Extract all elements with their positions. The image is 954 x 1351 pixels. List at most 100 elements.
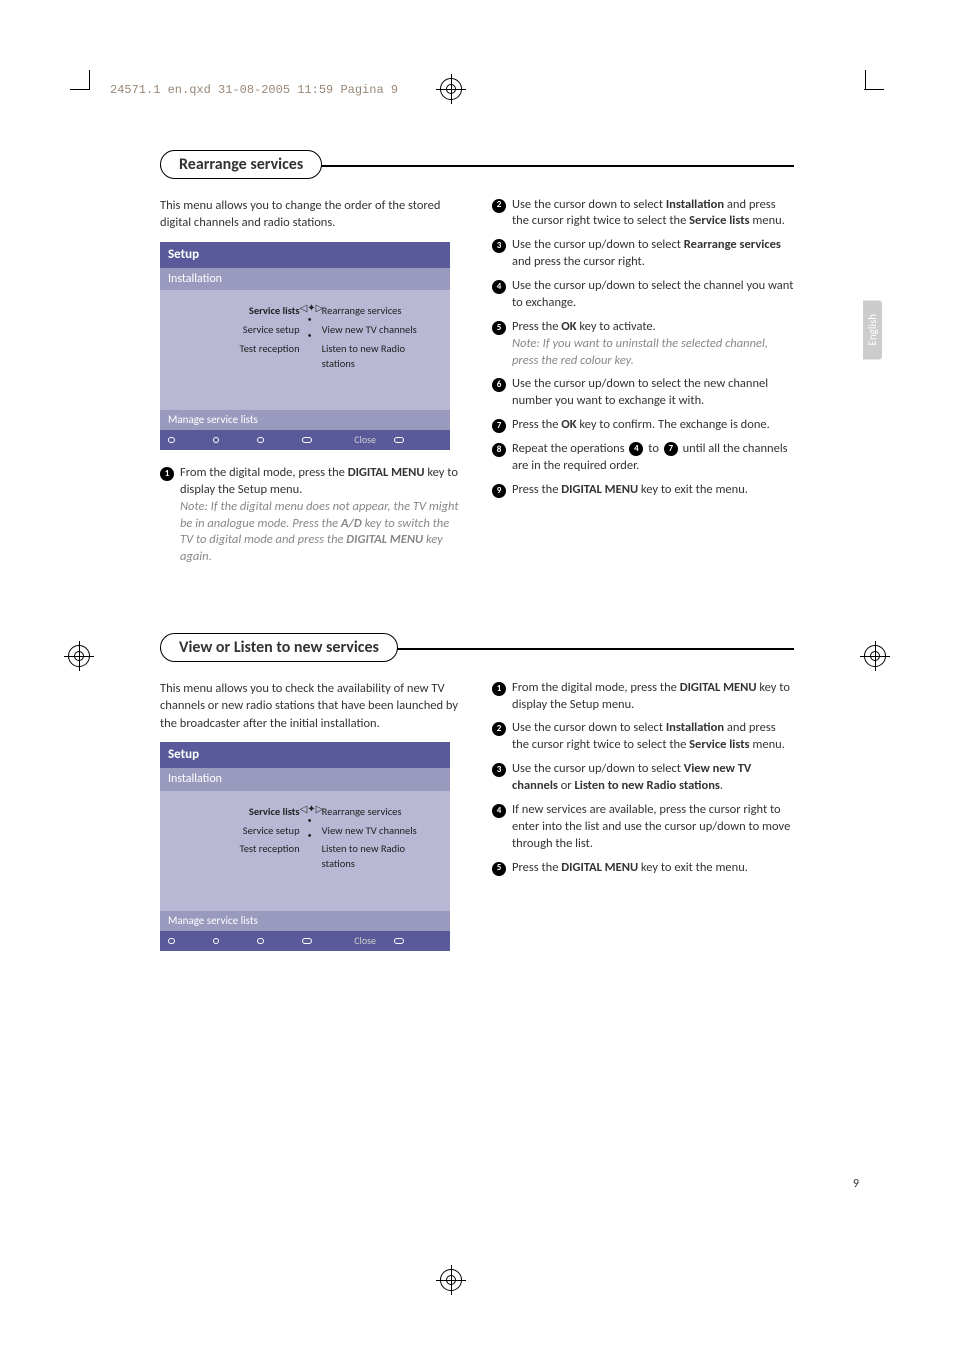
menu-item: Test reception [170,840,300,859]
step-number-icon: 5 [492,321,506,335]
step-2: 2 Use the cursor down to select Installa… [492,197,794,231]
menu-item: Test reception [170,340,300,359]
color-button-icon [168,938,175,944]
step-2: 2 Use the cursor down to select Installa… [492,720,794,754]
step-5: 5 Press the OK key to activate.Note: If … [492,319,794,370]
section-title: View or Listen to new services [160,633,398,662]
submenu-item: Rearrange services [322,803,440,822]
page: 24571.1 en.qxd 31-08-2005 11:59 Pagina 9… [0,0,954,1351]
step-text: Use the cursor up/down to select the new… [512,376,794,410]
right-column: 2 Use the cursor down to select Installa… [492,197,794,574]
step-1: 1 From the digital mode, press the DIGIT… [160,465,462,566]
bullet-icon: • [300,329,320,344]
step-8: 8 Repeat the operations 4 to 7 until all… [492,441,794,475]
step-text: Press the OK key to confirm. The exchang… [512,417,794,434]
step-4: 4 Use the cursor up/down to select the c… [492,278,794,312]
step-text: Use the cursor up/down to select Rearran… [512,237,794,271]
crop-mark-icon [70,70,90,90]
submenu-item: Listen to new Radio stations [322,840,440,873]
registration-mark-icon [440,1269,462,1291]
step-number-icon: 6 [492,378,506,392]
color-button-icon [213,437,220,443]
bullet-icon: • [300,313,320,328]
step-text: Use the cursor down to select Installati… [512,197,794,231]
step-text: Press the OK key to activate.Note: If yo… [512,319,794,370]
step-number-icon: 8 [492,443,506,457]
menu-item: Service lists [170,803,300,822]
step-5: 5 Press the DIGITAL MENU key to exit the… [492,860,794,877]
setup-subtitle: Installation [160,768,450,791]
close-label: Close [354,934,376,948]
color-button-icon [302,938,312,944]
step-9: 9 Press the DIGITAL MENU key to exit the… [492,482,794,499]
step-number-icon: 3 [492,239,506,253]
step-text: Press the DIGITAL MENU key to exit the m… [512,860,794,877]
section-title: Rearrange services [160,150,322,179]
setup-hint: Manage service lists [160,911,450,930]
nav-arrows-icon: ◁✦▷ [300,803,320,814]
color-button-icon [394,938,404,944]
step-text: Use the cursor up/down to select View ne… [512,761,794,795]
step-number-icon: 4 [492,280,506,294]
step-number-icon: 9 [492,484,506,498]
step-number-icon: 3 [492,763,506,777]
right-column: 1 From the digital mode, press the DIGIT… [492,680,794,966]
color-button-icon [213,938,220,944]
page-number: 9 [853,1177,859,1191]
step-number-icon: 1 [160,467,174,481]
color-button-icon [394,437,404,443]
step-1: 1 From the digital mode, press the DIGIT… [492,680,794,714]
language-tab: English [863,300,882,359]
menu-item: Service setup [170,822,300,841]
menu-item: Service lists [170,302,300,321]
step-text: From the digital mode, press the DIGITAL… [180,465,462,566]
section-view-listen: View or Listen to new services This menu… [160,633,794,965]
step-number-icon: 2 [492,199,506,213]
step-text: Repeat the operations 4 to 7 until all t… [512,441,794,475]
color-button-icon [257,938,264,944]
section-rearrange: Rearrange services This menu allows you … [160,150,794,573]
setup-screenshot: Setup Installation Service lists Service… [160,742,450,950]
setup-button-bar: Close [160,430,450,450]
step-3: 3 Use the cursor up/down to select View … [492,761,794,795]
setup-title: Setup [160,242,450,268]
bullet-icon: • [300,829,320,844]
left-column: This menu allows you to change the order… [160,197,462,574]
submenu-item: Rearrange services [322,302,440,321]
intro-text: This menu allows you to check the availa… [160,680,462,733]
left-column: This menu allows you to check the availa… [160,680,462,966]
step-7: 7 Press the OK key to confirm. The excha… [492,417,794,434]
bullet-icon: • [300,814,320,829]
setup-button-bar: Close [160,931,450,951]
step-number-icon: 4 [629,442,643,456]
submenu-item: View new TV channels [322,822,440,841]
registration-mark-icon [864,645,886,667]
step-6: 6 Use the cursor up/down to select the n… [492,376,794,410]
submenu-item: Listen to new Radio stations [322,340,440,373]
step-number-icon: 7 [492,419,506,433]
registration-mark-icon [440,78,462,100]
registration-mark-icon [68,645,90,667]
step-number-icon: 4 [492,804,506,818]
setup-title: Setup [160,742,450,768]
content-area: Rearrange services This menu allows you … [90,80,864,966]
step-text: From the digital mode, press the DIGITAL… [512,680,794,714]
submenu-item: View new TV channels [322,321,440,340]
step-number-icon: 1 [492,682,506,696]
step-text: If new services are available, press the… [512,802,794,853]
setup-hint: Manage service lists [160,410,450,429]
nav-arrows-icon: ◁✦▷ [300,302,320,313]
crop-mark-icon [864,70,884,90]
color-button-icon [168,437,175,443]
step-text: Press the DIGITAL MENU key to exit the m… [512,482,794,499]
menu-item: Service setup [170,321,300,340]
close-label: Close [354,433,376,447]
step-3: 3 Use the cursor up/down to select Rearr… [492,237,794,271]
step-4: 4 If new services are available, press t… [492,802,794,853]
setup-subtitle: Installation [160,268,450,291]
color-button-icon [257,437,264,443]
step-number-icon: 2 [492,722,506,736]
step-text: Use the cursor up/down to select the cha… [512,278,794,312]
intro-text: This menu allows you to change the order… [160,197,462,232]
print-header: 24571.1 en.qxd 31-08-2005 11:59 Pagina 9 [110,83,398,97]
